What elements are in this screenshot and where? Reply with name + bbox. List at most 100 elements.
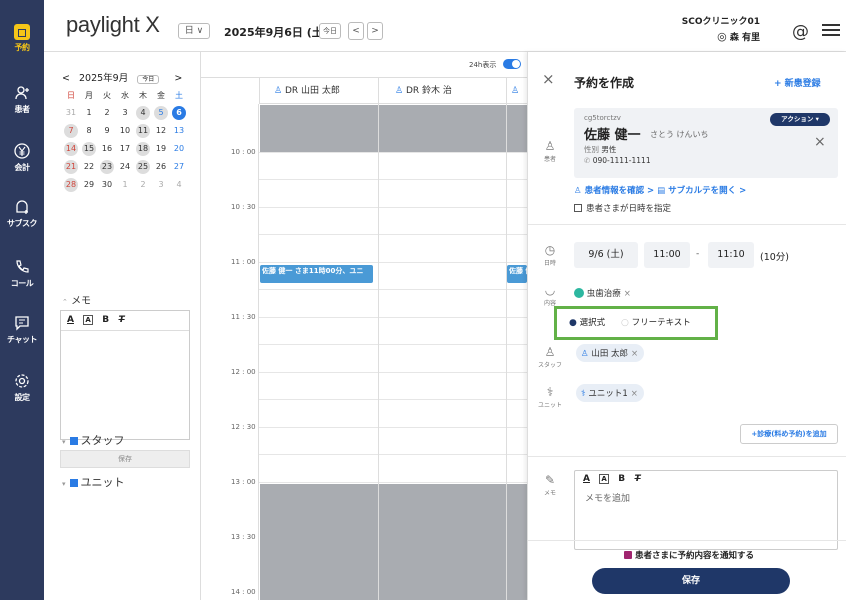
calendar-day[interactable]: 20 [170,140,188,158]
font-color-button[interactable]: A [67,315,74,325]
calendar-day[interactable]: 4 [170,176,188,194]
action-button[interactable]: アクション ▾ [770,113,830,126]
user-menu[interactable]: ◎ 森 有里 [717,30,760,43]
calendar-day[interactable]: 1 [80,104,98,122]
treatment-color-icon [574,288,584,298]
patient-specify-checkbox[interactable]: 患者さまが日時を指定 [574,202,671,214]
calendar-day[interactable]: 24 [116,158,134,176]
content-chip[interactable]: 虫歯治療 × [574,284,637,302]
calendar-day-selected[interactable]: 6 [170,104,188,122]
calendar-day[interactable]: 21 [62,158,80,176]
remove-chip-icon[interactable]: × [631,389,638,399]
mention-button[interactable]: @ [792,22,809,42]
left-panel: < 2025年9月 今日 > 日 月 火 水 木 金 土 31 1 2 3 4 … [44,52,201,600]
calendar-day[interactable]: 4 [134,104,152,122]
calendar-day[interactable]: 3 [152,176,170,194]
highlight-button[interactable]: A [83,315,93,325]
calendar-day[interactable]: 31 [62,104,80,122]
clear-patient-icon[interactable]: × [814,134,826,150]
staff-section-toggle[interactable]: ▾ スタッフ [62,432,125,448]
radio-freetext[interactable]: ○ フリーテキスト [621,316,691,328]
radio-selection[interactable]: ● 選択式 [569,316,605,328]
column-header: ♙ [506,78,527,104]
calendar-day[interactable]: 5 [152,104,170,122]
calendar-day[interactable]: 16 [98,140,116,158]
date-field[interactable]: 9/6 (土) [574,242,638,268]
nav-item-chat[interactable]: チャット [0,314,44,345]
calendar-day[interactable]: 10 [116,122,134,140]
next-day-button[interactable]: > [367,22,383,40]
calendar-day[interactable]: 23 [98,158,116,176]
unit-chip[interactable]: ⚕ ユニット1 × [576,384,644,402]
calendar-day[interactable]: 15 [80,140,98,158]
end-time-field[interactable]: 11:10 [708,242,754,268]
calendar-day[interactable]: 22 [80,158,98,176]
calendar-day[interactable]: 8 [80,122,98,140]
duration-text: (10分) [760,252,790,263]
appointment-block[interactable]: 佐藤 健一 さま11時00分、ユニ [260,265,373,283]
24h-toggle[interactable] [503,59,521,69]
checkbox-checked-icon [624,551,632,559]
save-button[interactable]: 保存 [592,568,790,594]
patient-info-link[interactable]: 患者情報を確認 > [585,186,655,196]
patient-label: ♙ 患者 [536,140,564,164]
memo-editor[interactable]: A A B T [60,310,190,440]
calendar-day[interactable]: 11 [134,122,152,140]
calendar-day[interactable]: 9 [98,122,116,140]
nav-item-reservation[interactable]: 予約 [0,24,44,53]
prev-day-button[interactable]: < [348,22,364,40]
radio-checked-icon: ● [569,318,577,328]
new-patient-link[interactable]: + 新患登録 [774,76,821,89]
calendar-day[interactable]: 25 [134,158,152,176]
calendar-day[interactable]: 13 [170,122,188,140]
nav-item-accounting[interactable]: 会計 [0,142,44,173]
close-icon[interactable]: × [542,70,555,88]
calendar-day[interactable]: 1 [116,176,134,194]
top-header: paylight X 日 ∨ 2025年9月6日 (土) 今日 < > SCOク… [44,0,846,52]
calendar-day[interactable]: 14 [62,140,80,158]
calendar-day[interactable]: 12 [152,122,170,140]
calendar-day[interactable]: 18 [134,140,152,158]
mini-calendar-today-button[interactable]: 今日 [137,75,160,84]
start-time-field[interactable]: 11:00 [644,242,690,268]
nav-item-subscription[interactable]: サブスク [0,198,44,229]
remove-chip-icon[interactable]: × [631,349,638,359]
unit-section-toggle[interactable]: ▾ ユニット [62,474,125,490]
appointment-block[interactable]: 佐藤 健 [507,265,527,283]
remove-chip-icon[interactable]: × [624,289,631,299]
highlight-button[interactable]: A [599,474,609,484]
time-label: 11 : 00 [231,258,256,266]
calendar-day[interactable]: 26 [152,158,170,176]
calendar-day[interactable]: 30 [98,176,116,194]
view-select[interactable]: 日 ∨ [178,23,210,39]
calendar-day[interactable]: 29 [80,176,98,194]
bold-button[interactable]: B [618,474,625,484]
calendar-day[interactable]: 7 [62,122,80,140]
calendar-day[interactable]: 27 [170,158,188,176]
add-treatment-button[interactable]: +診療(料め予約)を追加 [740,424,838,444]
today-button[interactable]: 今日 [319,23,341,39]
next-month-button[interactable]: > [174,73,182,84]
subkarte-link[interactable]: サブカルテを開く > [668,186,746,196]
clear-format-button[interactable]: T [118,315,124,325]
font-color-button[interactable]: A [583,474,590,484]
calendar-day[interactable]: 2 [98,104,116,122]
staff-chip[interactable]: ♙ 山田 太郎 × [576,344,645,362]
nav-item-call[interactable]: コール [0,258,44,289]
prev-month-button[interactable]: < [62,73,70,84]
bold-button[interactable]: B [102,315,109,325]
memo-editor-right[interactable]: A A B T メモを追加 [574,470,838,550]
calendar-day[interactable]: 2 [134,176,152,194]
clear-format-button[interactable]: T [634,474,640,484]
weekday-label: 日 [67,90,75,100]
calendar-day[interactable]: 28 [62,176,80,194]
hamburger-menu-icon[interactable] [822,24,840,36]
nav-item-settings[interactable]: 設定 [0,372,44,403]
calendar-day[interactable]: 19 [152,140,170,158]
notify-checkbox[interactable]: 患者さまに予約内容を通知する [624,549,754,561]
memo-section-header[interactable]: ⌃ メモ [62,292,91,307]
calendar-day[interactable]: 3 [116,104,134,122]
memo-save-button[interactable]: 保存 [60,450,190,468]
calendar-day[interactable]: 17 [116,140,134,158]
nav-item-patient[interactable]: 患者 [0,84,44,115]
